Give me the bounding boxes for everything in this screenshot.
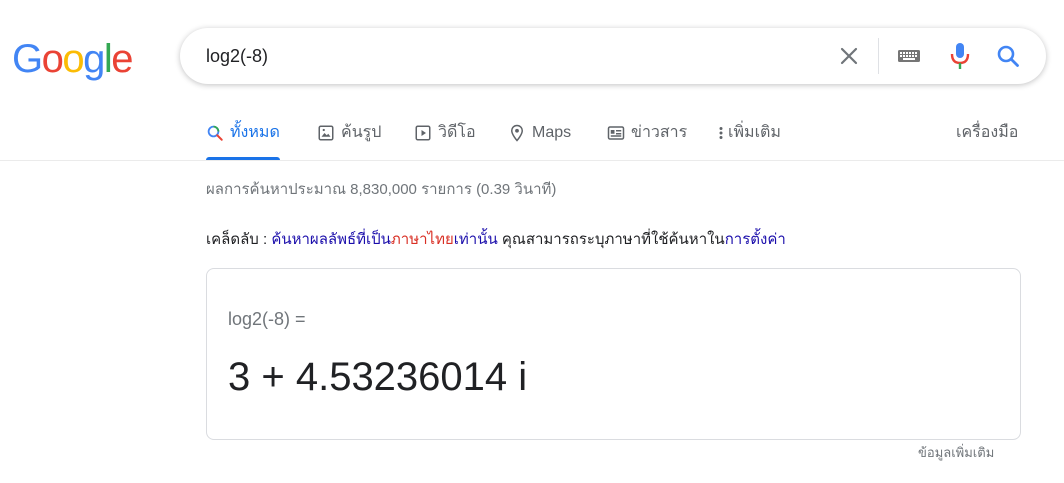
tab-all-label: ทั้งหมด	[230, 124, 280, 141]
tab-all[interactable]: ทั้งหมด	[206, 108, 280, 160]
search-box	[180, 28, 1046, 84]
microphone-icon[interactable]	[946, 42, 974, 70]
search-tabs: ทั้งหมด ค้นรูป วิดีโอ Maps ข่าวสาร เพิ่ม…	[0, 108, 1064, 161]
news-icon	[607, 125, 625, 140]
search-icon[interactable]	[994, 42, 1022, 70]
search-tip: เคล็ดลับ : ค้นหาผลลัพธ์ที่เป็นภาษาไทยเท่…	[206, 227, 786, 251]
keyboard-icon[interactable]	[895, 42, 923, 70]
result-stats: ผลการค้นหาประมาณ 8,830,000 รายการ (0.39 …	[206, 181, 557, 198]
tab-more[interactable]: เพิ่มเติม	[716, 108, 781, 160]
calculator-card: log2(-8) = 3 + 4.53236014 i	[206, 268, 1021, 440]
logo-letter-g2: g	[83, 37, 105, 81]
search-input[interactable]	[206, 40, 806, 72]
tip-link-part1: ค้นหาผลลัพธ์ที่เป็น	[271, 231, 391, 248]
tab-more-label: เพิ่มเติม	[728, 124, 781, 141]
tip-middle: คุณสามารถระบุภาษาที่ใช้ค้นหาใน	[497, 231, 725, 248]
tip-link-thai-only[interactable]: ค้นหาผลลัพธ์ที่เป็นภาษาไทยเท่านั้น	[271, 231, 497, 248]
tab-news[interactable]: ข่าวสาร	[607, 108, 687, 160]
tab-images-label: ค้นรูป	[341, 124, 382, 141]
google-logo[interactable]: Google	[12, 37, 133, 81]
logo-letter-o1: o	[41, 37, 64, 81]
calculator-result: 3 + 4.53236014 i	[228, 355, 528, 399]
tools-label: เครื่องมือ	[956, 124, 1019, 141]
logo-letter-o2: o	[62, 37, 84, 81]
logo-letter-l: l	[103, 37, 113, 81]
calculator-expression: log2(-8) =	[228, 309, 306, 329]
tab-maps-label: Maps	[532, 123, 572, 141]
tip-prefix: เคล็ดลับ :	[206, 231, 272, 248]
logo-letter-g: G	[12, 37, 43, 81]
more-info-link[interactable]: ข้อมูลเพิ่มเติม	[918, 442, 994, 463]
more-vert-icon	[719, 126, 723, 139]
tab-videos[interactable]: วิดีโอ	[414, 108, 476, 160]
logo-letter-e: e	[111, 37, 133, 81]
tools-button[interactable]: เครื่องมือ	[956, 108, 1018, 160]
tip-link-thai: ภาษาไทย	[390, 231, 454, 248]
tip-link-settings[interactable]: การตั้งค่า	[725, 231, 786, 248]
search-divider	[878, 38, 879, 74]
tab-images[interactable]: ค้นรูป	[317, 108, 381, 160]
tip-link-part2: เท่านั้น	[453, 231, 498, 248]
map-pin-icon	[510, 124, 524, 142]
tab-news-label: ข่าวสาร	[631, 124, 688, 141]
close-icon[interactable]	[835, 42, 863, 70]
video-icon	[415, 125, 431, 140]
tab-videos-label: วิดีโอ	[438, 124, 476, 141]
search-icon	[207, 125, 223, 141]
tab-maps[interactable]: Maps	[508, 108, 571, 160]
image-icon	[318, 125, 334, 140]
